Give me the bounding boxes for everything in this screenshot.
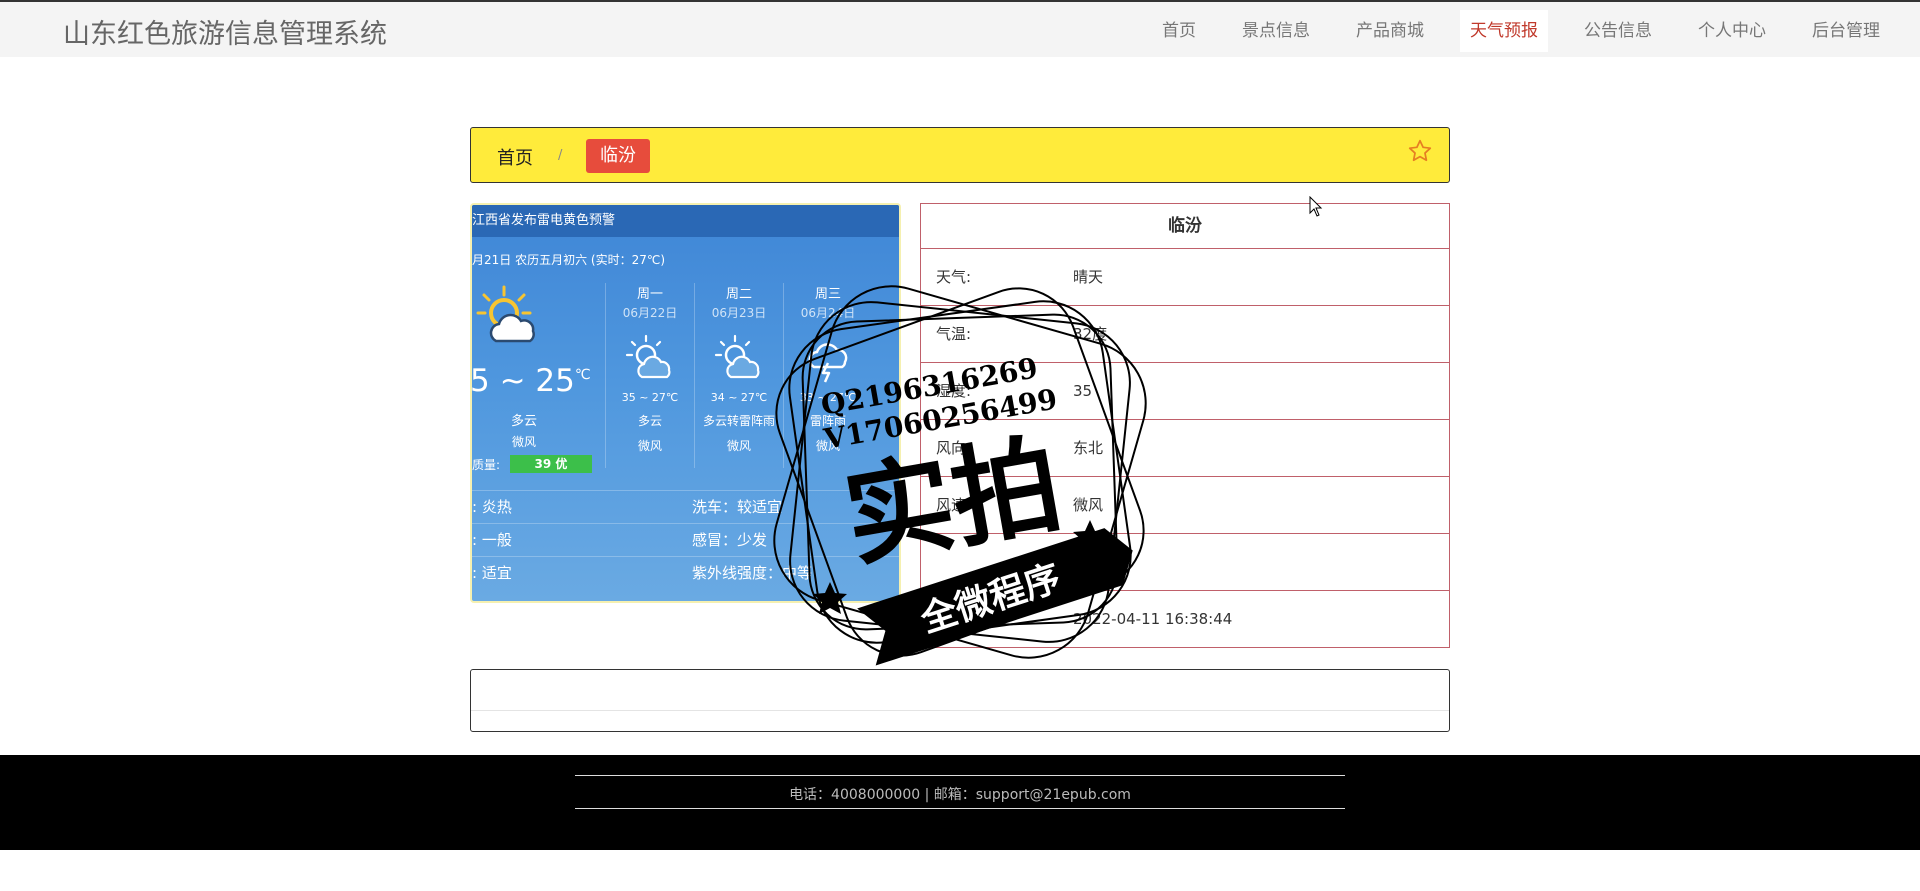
nav-item-weather[interactable]: 天气预报 <box>1460 10 1548 52</box>
app-title: 山东红色旅游信息管理系统 <box>63 19 387 50</box>
main-nav: 首页 景点信息 产品商城 天气预报 公告信息 个人中心 后台管理 <box>1134 10 1890 52</box>
forecast-wind: 微风 <box>815 439 840 453</box>
forecast-date: 06月24日 <box>800 306 856 320</box>
today-temperature: 5 ~ 25℃ <box>470 363 591 399</box>
partly-cloudy-icon <box>625 334 671 379</box>
table-row: 风向: 东北 <box>921 420 1449 477</box>
breadcrumb: 首页 / 临汾 <box>470 127 1450 183</box>
today-wind: 微风 <box>511 435 536 449</box>
forecast-day: 周三 06月24日 33 ~ 27℃ 雷阵雨 微风 <box>783 283 873 454</box>
aqi-label: 质量: <box>472 458 501 472</box>
breadcrumb-current: 临汾 <box>586 139 650 173</box>
nav-item-profile[interactable]: 个人中心 <box>1688 10 1776 52</box>
tip-left: : 炎热 <box>472 498 512 516</box>
partly-cloudy-icon <box>476 285 535 343</box>
nav-item-notices[interactable]: 公告信息 <box>1574 10 1662 52</box>
row-label: 更新时间: <box>936 610 1002 628</box>
table-row: 更新时间: 2022-04-11 16:38:44 <box>921 591 1449 648</box>
tip-row: : 一般 感冒：少发 <box>472 523 899 556</box>
forecast-date: 06月23日 <box>711 306 767 320</box>
forecast-condition: 多云 <box>637 414 662 428</box>
row-label: 风向: <box>936 439 972 457</box>
weather-tips: : 炎热 洗车：较适宜 : 一般 感冒：少发 : 适宜 紫外线强度：中等 <box>472 490 899 589</box>
weather-detail-table: 临汾 天气: 晴天 气温: 32度 湿度: 35 风向: 东北 风速: 微风 无… <box>920 203 1450 648</box>
row-label: 天气: <box>936 268 972 286</box>
star-icon[interactable] <box>1407 138 1433 164</box>
breadcrumb-home-link[interactable]: 首页 <box>497 144 533 170</box>
tip-right: 感冒：少发 <box>692 531 768 549</box>
table-row: 湿度: 35 <box>921 363 1449 420</box>
aqi-badge: 39 优 <box>510 455 592 473</box>
forecast-wind: 微风 <box>637 439 662 453</box>
today-condition: 多云 <box>510 414 537 429</box>
forecast-range: 33 ~ 27℃ <box>799 391 857 404</box>
partly-cloudy-icon <box>714 334 760 379</box>
tip-right: 紫外线强度：中等 <box>692 564 813 582</box>
forecast-wind: 微风 <box>726 439 751 453</box>
nav-item-home[interactable]: 首页 <box>1152 10 1206 52</box>
tip-left: : 适宜 <box>472 564 512 582</box>
forecast-day: 周二 06月23日 34 ~ 27℃ 多云转雷阵雨 微风 <box>694 283 784 454</box>
footer-divider <box>575 808 1345 809</box>
tip-left: : 一般 <box>472 531 512 549</box>
row-value: 微风 <box>1073 496 1104 514</box>
forecast-condition: 雷阵雨 <box>809 414 846 428</box>
top-navbar: 山东红色旅游信息管理系统 首页 景点信息 产品商城 天气预报 公告信息 个人中心… <box>0 0 1920 57</box>
footer-contact: 电话：4008000000 | 邮箱：support@21epub.com <box>789 787 1131 803</box>
forecast-weekday: 周二 <box>725 287 752 302</box>
nav-item-attractions[interactable]: 景点信息 <box>1232 10 1320 52</box>
table-row: 天气: 晴天 <box>921 249 1449 306</box>
tip-row: : 适宜 紫外线强度：中等 <box>472 556 899 589</box>
panel-divider <box>471 710 1449 711</box>
forecast-range: 35 ~ 27℃ <box>621 391 679 404</box>
weather-widget: 江西省发布雷电黄色预警 月21日 农历五月初六 (实时：27℃) 5 ~ 25℃… <box>470 203 901 603</box>
nav-item-shop[interactable]: 产品商城 <box>1346 10 1434 52</box>
row-label: 气温: <box>936 325 972 343</box>
detail-city-title: 临汾 <box>921 204 1449 249</box>
forecast-condition: 多云转雷阵雨 <box>702 414 775 428</box>
row-label: 风速: <box>936 496 972 514</box>
footer-divider <box>575 775 1345 776</box>
tip-right: 洗车：较适宜 <box>692 498 783 516</box>
forecast-day: 周一 06月22日 35 ~ 27℃ 多云 微风 <box>605 283 695 454</box>
forecast-weekday: 周一 <box>636 287 663 302</box>
row-value: 32度 <box>1073 325 1108 343</box>
weather-date-line: 月21日 农历五月初六 (实时：27℃) <box>472 253 666 267</box>
thunderstorm-icon <box>808 343 848 383</box>
footer: 电话：4008000000 | 邮箱：support@21epub.com <box>0 755 1920 850</box>
row-value: 35 <box>1073 382 1093 400</box>
row-value: 晴天 <box>1073 268 1104 286</box>
forecast-date: 06月22日 <box>622 306 678 320</box>
breadcrumb-separator: / <box>558 148 563 163</box>
row-value: 2022-04-11 16:38:44 <box>1073 610 1233 628</box>
table-row: 无变化 <box>921 534 1449 591</box>
row-value: 无变化 <box>1073 553 1119 571</box>
forecast-range: 34 ~ 27℃ <box>710 391 768 404</box>
row-value: 东北 <box>1073 439 1104 457</box>
tip-row: : 炎热 洗车：较适宜 <box>472 490 899 523</box>
empty-content-panel <box>470 669 1450 732</box>
forecast-weekday: 周三 <box>814 287 841 302</box>
mouse-cursor-icon <box>1309 196 1323 217</box>
nav-item-admin[interactable]: 后台管理 <box>1802 10 1890 52</box>
table-row: 风速: 微风 <box>921 477 1449 534</box>
table-row: 气温: 32度 <box>921 306 1449 363</box>
weather-alert[interactable]: 江西省发布雷电黄色预警 <box>472 205 899 237</box>
row-label: 湿度: <box>936 382 972 400</box>
